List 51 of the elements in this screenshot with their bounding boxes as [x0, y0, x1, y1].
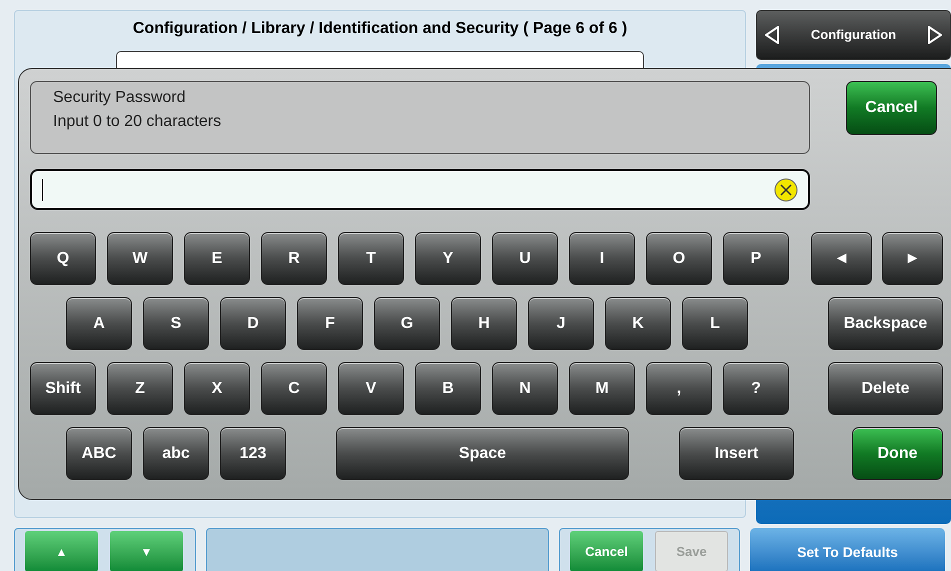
keyboard-key[interactable]: Y — [415, 232, 481, 285]
defaults-button[interactable]: Set To Defaults — [750, 528, 945, 571]
keyboard-key[interactable]: A — [66, 297, 132, 350]
prompt-title: Security Password — [53, 88, 186, 108]
left-triangle-icon — [765, 26, 779, 44]
section-nav-button[interactable]: Configuration — [756, 10, 951, 60]
keyboard-key[interactable]: P — [723, 232, 789, 285]
keyboard-key[interactable]: ? — [723, 362, 789, 415]
clear-icon[interactable] — [774, 178, 798, 202]
keyboard-key[interactable]: D — [220, 297, 286, 350]
right-triangle-icon — [928, 26, 942, 44]
keyboard-key[interactable]: Z — [107, 362, 173, 415]
keyboard-key[interactable]: Delete — [828, 362, 943, 415]
keyboard-key[interactable]: S — [143, 297, 209, 350]
cancel-button[interactable]: Cancel — [846, 81, 937, 135]
keyboard-key[interactable]: Insert — [679, 427, 794, 480]
keyboard-key[interactable]: O — [646, 232, 712, 285]
keyboard-key[interactable]: Shift — [30, 362, 96, 415]
keyboard-key[interactable]: Space — [336, 427, 629, 480]
section-nav-label: Configuration — [810, 26, 896, 44]
keyboard-key[interactable]: G — [374, 297, 440, 350]
keyboard-key[interactable]: Done — [852, 427, 943, 480]
keyboard-key[interactable]: W — [107, 232, 173, 285]
keyboard-key[interactable]: ◄ — [811, 232, 872, 285]
password-field[interactable] — [30, 169, 810, 210]
keyboard-key[interactable]: K — [605, 297, 671, 350]
keyboard-key[interactable]: ABC — [66, 427, 132, 480]
keyboard-key[interactable]: M — [569, 362, 635, 415]
keyboard-key[interactable]: R — [261, 232, 327, 285]
text-cursor — [42, 178, 43, 200]
keyboard-key[interactable]: E — [184, 232, 250, 285]
keyboard-key[interactable]: L — [682, 297, 748, 350]
keyboard-key[interactable]: N — [492, 362, 558, 415]
keyboard-key[interactable]: 123 — [220, 427, 286, 480]
keyboard-key[interactable]: abc — [143, 427, 209, 480]
keyboard-key[interactable]: U — [492, 232, 558, 285]
keyboard-key[interactable]: T — [338, 232, 404, 285]
keyboard-key[interactable]: I — [569, 232, 635, 285]
keyboard-key[interactable]: ► — [882, 232, 943, 285]
keyboard-key[interactable]: C — [261, 362, 327, 415]
prompt-hint: Input 0 to 20 characters — [53, 112, 222, 132]
keyboard-key[interactable]: J — [528, 297, 594, 350]
keyboard-key[interactable]: Q — [30, 232, 96, 285]
page-title: Configuration / Library / Identification and Security ( Page 6 of 6 ) — [132, 19, 628, 39]
keyboard-key[interactable]: , — [646, 362, 712, 415]
keyboard-key[interactable]: V — [338, 362, 404, 415]
keyboard-key[interactable]: Backspace — [828, 297, 943, 350]
keyboard-key[interactable]: F — [297, 297, 363, 350]
keyboard-key[interactable]: H — [451, 297, 517, 350]
keyboard-key[interactable]: B — [415, 362, 481, 415]
keyboard-key[interactable]: X — [184, 362, 250, 415]
